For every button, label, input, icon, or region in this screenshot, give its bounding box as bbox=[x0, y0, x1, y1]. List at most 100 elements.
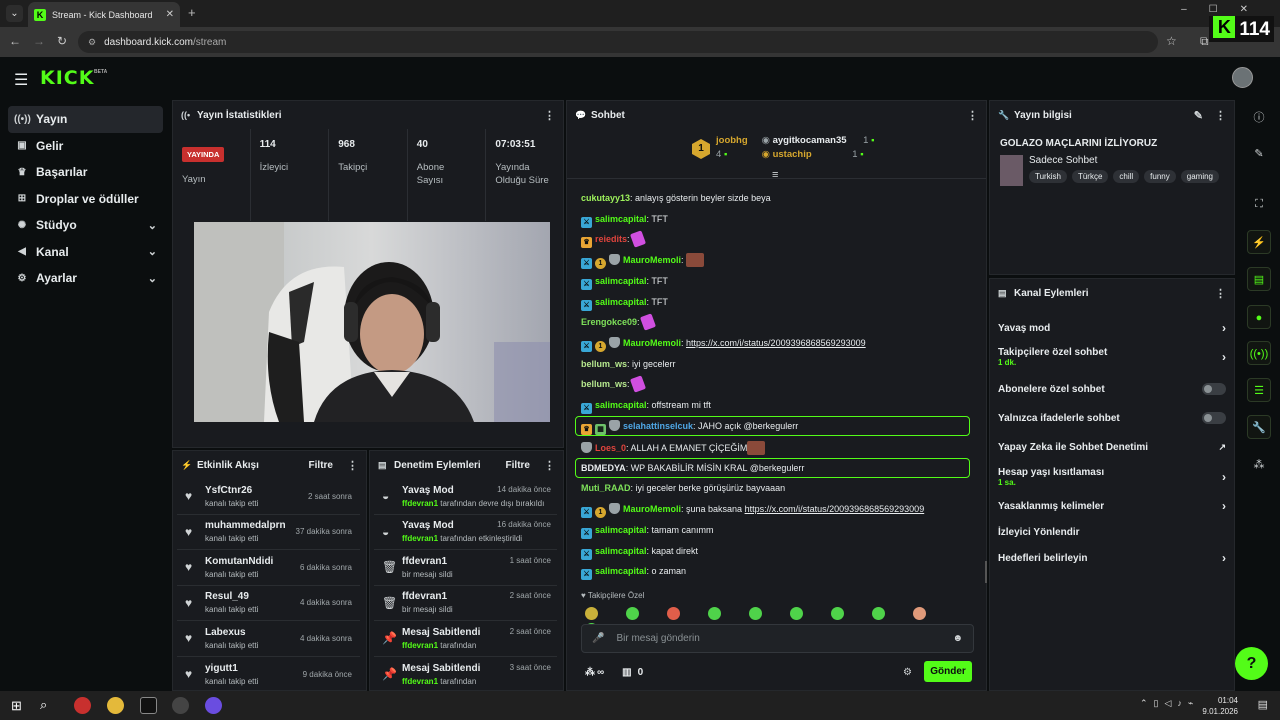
mod-actor[interactable]: ffdevran1 bbox=[402, 534, 438, 543]
edit-icon[interactable]: ✎ bbox=[1194, 109, 1203, 122]
tag-chip[interactable]: chill bbox=[1113, 170, 1140, 183]
chat-link[interactable]: https://x.com/i/status/20093968685692930… bbox=[686, 338, 866, 348]
reload-icon[interactable]: ↻ bbox=[57, 34, 67, 48]
action-banned-words[interactable]: Yasaklanmış kelimeler › bbox=[990, 492, 1234, 520]
kick-logo[interactable]: KICK bbox=[40, 67, 94, 89]
gifter-name[interactable]: joobhg bbox=[716, 135, 748, 146]
chat-username[interactable]: reiedits bbox=[595, 234, 627, 244]
nav-item-ayarlar[interactable]: ⚙ Ayarlar ⌄ bbox=[8, 265, 163, 292]
chat-username[interactable]: MauroMemoli bbox=[623, 504, 681, 514]
edit-icon[interactable]: ✎ bbox=[1247, 142, 1271, 166]
gifter-name[interactable]: aygitkocaman35 bbox=[773, 135, 847, 146]
more-options-icon[interactable]: ⋮ bbox=[544, 109, 555, 122]
chat-username[interactable]: Muti_RAAD bbox=[581, 483, 631, 493]
emote-icon[interactable] bbox=[708, 607, 721, 620]
chat-bubble-icon[interactable]: ● bbox=[1247, 305, 1271, 329]
chat-link[interactable]: https://x.com/i/status/20093968685692930… bbox=[745, 504, 925, 514]
action-slow-mode[interactable]: Yavaş mod › bbox=[990, 316, 1234, 340]
chat-username[interactable]: salimcapital bbox=[595, 214, 647, 224]
fullscreen-icon[interactable]: ⛶ bbox=[1247, 192, 1271, 216]
more-options-icon[interactable]: ⋮ bbox=[967, 109, 978, 122]
chevron-down-icon[interactable]: ⌄ bbox=[148, 245, 157, 258]
chat-username[interactable]: salimcapital bbox=[595, 400, 647, 410]
nav-item-studyo[interactable]: ✺ Stüdyo ⌄ bbox=[8, 212, 163, 239]
nav-item-droplar[interactable]: ⊞ Droplar ve ödüller bbox=[8, 186, 163, 213]
chevron-right-icon[interactable]: › bbox=[1222, 551, 1226, 565]
send-button[interactable]: Gönder bbox=[924, 661, 972, 682]
chat-username[interactable]: BDMEDYA bbox=[581, 463, 626, 473]
store-icon[interactable]: ▥ bbox=[622, 667, 631, 678]
external-link-icon[interactable]: ↗ bbox=[1218, 442, 1226, 453]
system-tray-icons[interactable]: ⌃▯◁♪⌁ bbox=[1140, 698, 1199, 709]
chevron-right-icon[interactable]: › bbox=[1222, 350, 1226, 364]
chevron-right-icon[interactable]: › bbox=[1222, 470, 1226, 484]
emote-icon[interactable] bbox=[749, 607, 762, 620]
nav-item-basarilar[interactable]: ♛ Başarılar bbox=[8, 159, 163, 186]
activity-user[interactable]: YsfCtnr26 bbox=[205, 485, 258, 496]
tag-chip[interactable]: gaming bbox=[1180, 170, 1219, 183]
url-field[interactable]: ⚙ dashboard.kick.com/stream bbox=[78, 31, 1158, 53]
chat-username[interactable]: Loes_0 bbox=[595, 443, 626, 453]
menu-icon[interactable]: ☰ bbox=[14, 70, 28, 90]
more-options-icon[interactable]: ⋮ bbox=[544, 459, 555, 472]
activity-user[interactable]: yigutt1 bbox=[205, 663, 258, 674]
discord-icon[interactable] bbox=[205, 697, 222, 714]
chat-username[interactable]: bellum_ws bbox=[581, 379, 627, 389]
chevron-right-icon[interactable]: › bbox=[1222, 321, 1226, 335]
action-subs-only[interactable]: Abonelere özel sohbet bbox=[990, 374, 1234, 404]
windows-start-icon[interactable]: ⊞ bbox=[11, 698, 22, 714]
chat-input[interactable]: 🎤 Bir mesaj gönderin ☻ bbox=[581, 624, 974, 653]
chevron-down-icon[interactable]: ⌄ bbox=[148, 219, 157, 232]
new-tab-icon[interactable]: + bbox=[188, 5, 196, 20]
system-clock[interactable]: 01:04 9.01.2026 bbox=[1202, 695, 1238, 717]
list-icon[interactable]: ☰ bbox=[1247, 378, 1271, 402]
emote-icon[interactable] bbox=[872, 607, 885, 620]
expand-leaderboard-icon[interactable]: ≡ bbox=[772, 169, 778, 181]
chat-username[interactable]: MauroMemoli bbox=[623, 338, 681, 348]
action-followers-only[interactable]: Takipçilere özel sohbet 1 dk. › bbox=[990, 340, 1234, 374]
nav-item-gelir[interactable]: ▣ Gelir bbox=[8, 133, 163, 160]
chrome-icon[interactable] bbox=[107, 697, 124, 714]
site-info-icon[interactable]: ⚙ bbox=[88, 37, 96, 48]
emote-icon[interactable] bbox=[626, 607, 639, 620]
app-icon[interactable] bbox=[74, 697, 91, 714]
emote-icon[interactable] bbox=[831, 607, 844, 620]
emote-icon[interactable] bbox=[790, 607, 803, 620]
chat-username[interactable]: salimcapital bbox=[595, 276, 647, 286]
chat-username[interactable]: Erengokce09 bbox=[581, 317, 637, 327]
tab-search-button[interactable]: ⌄ bbox=[6, 5, 23, 22]
mod-actor[interactable]: ffdevran1 bbox=[402, 641, 438, 650]
forward-icon[interactable]: → bbox=[33, 34, 45, 48]
emote-icon[interactable] bbox=[585, 607, 598, 620]
chat-username[interactable]: MauroMemoli bbox=[623, 255, 681, 265]
tag-chip[interactable]: Türkçe bbox=[1071, 170, 1109, 183]
wrench-icon[interactable]: 🔧 bbox=[1247, 415, 1271, 439]
bookmark-star-icon[interactable]: ☆ bbox=[1166, 34, 1177, 48]
mod-actor[interactable]: ffdevran1 bbox=[402, 499, 438, 508]
more-options-icon[interactable]: ⋮ bbox=[347, 459, 358, 472]
action-goals[interactable]: Hedefleri belirleyin › bbox=[990, 544, 1234, 572]
emote-only-toggle[interactable] bbox=[1202, 412, 1226, 424]
chevron-right-icon[interactable]: › bbox=[1222, 499, 1226, 513]
user-avatar[interactable] bbox=[1232, 67, 1253, 88]
lightning-icon[interactable]: ⚡ bbox=[1247, 230, 1271, 254]
search-icon[interactable]: ⌕ bbox=[40, 697, 47, 713]
support-button[interactable]: ? bbox=[1235, 647, 1268, 680]
chat-username[interactable]: salimcapital bbox=[595, 566, 647, 576]
action-emote-only[interactable]: Yalnızca ifadelerle sohbet bbox=[990, 404, 1234, 432]
activity-user[interactable]: Resul_49 bbox=[205, 591, 258, 602]
back-icon[interactable]: ← bbox=[9, 34, 21, 48]
activity-user[interactable]: Labexus bbox=[205, 627, 258, 638]
chat-username[interactable]: cukutayy13 bbox=[581, 193, 630, 203]
notifications-icon[interactable]: ▤ bbox=[1258, 698, 1268, 711]
nav-item-yayin[interactable]: ((•)) Yayın bbox=[8, 106, 163, 133]
chat-settings-icon[interactable]: ⚙ bbox=[903, 667, 912, 678]
obs-icon[interactable] bbox=[172, 697, 189, 714]
action-account-age[interactable]: Hesap yaşı kısıtlaması 1 sa. › bbox=[990, 462, 1234, 492]
more-options-icon[interactable]: ⋮ bbox=[1215, 109, 1226, 122]
tag-chip[interactable]: Turkish bbox=[1029, 170, 1067, 183]
emoji-icon[interactable]: ☻ bbox=[952, 633, 963, 644]
more-options-icon[interactable]: ⋮ bbox=[1215, 287, 1226, 300]
chat-username[interactable]: selahattinselcuk bbox=[623, 421, 693, 431]
activity-user[interactable]: muhammedalprn bbox=[205, 520, 286, 531]
